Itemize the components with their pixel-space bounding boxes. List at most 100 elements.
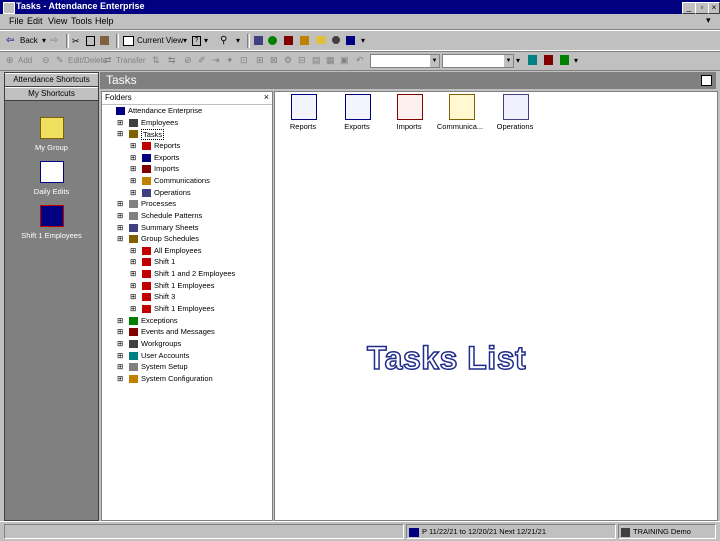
communications-icon[interactable] (449, 94, 475, 120)
checkbox-icon[interactable] (701, 75, 712, 86)
exports-icon[interactable] (345, 94, 371, 120)
tree-item[interactable]: Shift 1 (154, 257, 175, 266)
expand-icon[interactable]: ⊞ (130, 153, 136, 162)
tool-icon-3[interactable] (346, 36, 355, 45)
operations-label[interactable]: Operations (490, 122, 540, 131)
add-button[interactable]: Add (18, 56, 32, 65)
tool-icon-10[interactable]: ⊞ (256, 55, 267, 66)
minimize-button[interactable]: _ (682, 2, 696, 14)
tool-icon-18[interactable] (544, 55, 553, 65)
tool-icon-7[interactable]: ⇥ (212, 55, 223, 66)
tool-icon-2[interactable] (300, 36, 309, 45)
filter-combo-2[interactable]: ▼ (442, 54, 514, 68)
toolbar2-more-icon[interactable]: ▾ (574, 56, 578, 65)
transfer-icon[interactable]: ⇄ (104, 55, 115, 66)
current-view-button[interactable]: Current View (137, 36, 183, 45)
forward-arrow-icon[interactable]: ⇨ (50, 35, 61, 46)
tool-icon-17[interactable] (528, 55, 537, 65)
user-icon[interactable] (332, 36, 340, 44)
expand-icon[interactable]: ⊞ (130, 176, 136, 185)
tree-item[interactable]: Exceptions (141, 316, 178, 325)
tree-item[interactable]: Shift 1 Employees (154, 304, 214, 313)
undo-icon[interactable]: ↶ (356, 55, 367, 66)
menu-chevron-icon[interactable]: ▾ (706, 15, 711, 26)
tool-icon-13[interactable]: ⊟ (298, 55, 309, 66)
tree-item[interactable]: User Accounts (141, 351, 189, 360)
expand-icon[interactable]: ⊞ (130, 164, 136, 173)
expand-icon[interactable]: ⊞ (117, 118, 123, 127)
communications-label[interactable]: Communica... (435, 122, 485, 131)
tool-icon-11[interactable]: ⊠ (270, 55, 281, 66)
cut-icon[interactable]: ✂ (72, 36, 83, 47)
expand-icon[interactable]: ⊞ (117, 351, 123, 360)
help-icon[interactable]: ? (192, 36, 201, 46)
tree-item[interactable]: System Configuration (141, 374, 213, 383)
tree-item[interactable]: Shift 1 Employees (154, 281, 214, 290)
attendance-shortcuts-button[interactable]: Attendance Shortcuts (5, 73, 98, 87)
pencil-icon[interactable]: ✐ (198, 55, 209, 66)
current-view-dropdown-icon[interactable]: ▾ (183, 36, 187, 45)
close-button[interactable]: × (708, 2, 720, 14)
expand-icon[interactable]: ⊞ (130, 304, 136, 313)
tool-icon-12[interactable]: ⚙ (284, 55, 295, 66)
expand-icon[interactable]: ⊞ (117, 211, 123, 220)
expand-icon[interactable]: ⊞ (117, 362, 123, 371)
expand-icon[interactable]: ⊞ (130, 281, 136, 290)
folder-list-icon[interactable] (254, 36, 263, 45)
tree-item[interactable]: Group Schedules (141, 234, 199, 243)
tree-item[interactable]: Employees (141, 118, 178, 127)
expand-icon[interactable]: ⊞ (130, 257, 136, 266)
close-icon[interactable]: × (264, 92, 269, 102)
expand-icon[interactable]: ⊞ (130, 141, 136, 150)
expand-icon[interactable]: ⊞ (117, 374, 123, 383)
expand-icon[interactable]: ⊞ (130, 292, 136, 301)
tree-item[interactable]: Exports (154, 153, 179, 162)
menu-tools[interactable]: Tools (71, 16, 92, 26)
back-arrow-icon[interactable]: ⇦ (6, 35, 17, 46)
reports-icon[interactable] (291, 94, 317, 120)
tool-icon-5[interactable]: ⇆ (168, 55, 179, 66)
help-dropdown-icon[interactable]: ▾ (204, 36, 208, 45)
expand-icon[interactable]: ⊞ (117, 339, 123, 348)
expand-icon[interactable]: ⊞ (117, 129, 123, 138)
find-dropdown-icon[interactable]: ▾ (236, 36, 240, 45)
expand-icon[interactable]: ⊞ (130, 188, 136, 197)
operations-icon[interactable] (503, 94, 529, 120)
tool-icon-15[interactable]: ▦ (326, 55, 337, 66)
globe-icon[interactable] (268, 36, 277, 45)
tool-icon-6[interactable]: ⊘ (184, 55, 195, 66)
imports-label[interactable]: Imports (384, 122, 434, 131)
tree-item[interactable]: Shift 1 and 2 Employees (154, 269, 235, 278)
edit-delete-button[interactable]: Edit/Delete (68, 56, 107, 65)
tool-icon-4[interactable]: ⇅ (152, 55, 163, 66)
tool-icon-14[interactable]: ▤ (312, 55, 323, 66)
tree-item[interactable]: Reports (154, 141, 180, 150)
add-icon[interactable]: ⊕ (6, 55, 17, 66)
expand-icon[interactable]: ⊞ (117, 199, 123, 208)
expand-icon[interactable]: ⊞ (117, 223, 123, 232)
tool-icon-1[interactable] (284, 36, 293, 45)
exports-label[interactable]: Exports (332, 122, 382, 131)
tree-item[interactable]: Summary Sheets (141, 223, 199, 232)
my-shortcuts-button[interactable]: My Shortcuts (5, 87, 98, 101)
remove-icon[interactable]: ⊖ (42, 55, 53, 66)
app-icon[interactable] (3, 2, 15, 14)
tree-item[interactable]: All Employees (154, 246, 202, 255)
tree-item[interactable]: Events and Messages (141, 327, 215, 336)
tree-item[interactable]: Workgroups (141, 339, 181, 348)
tree-item[interactable]: System Setup (141, 362, 188, 371)
title-bar[interactable]: Tasks - Attendance Enterprise _ ▫ × (0, 0, 720, 14)
tree-item[interactable]: Communications (154, 176, 210, 185)
tool-icon-9[interactable]: ⊡ (240, 55, 251, 66)
current-view-icon[interactable] (123, 36, 134, 46)
toolbar-more-icon[interactable]: ▾ (361, 36, 365, 45)
chevron-down-icon[interactable]: ▼ (430, 55, 439, 67)
transfer-button[interactable]: Transfer (116, 56, 146, 65)
edit-icon[interactable]: ✎ (56, 55, 67, 66)
copy-icon[interactable] (86, 36, 95, 46)
tree-item[interactable]: Shift 3 (154, 292, 175, 301)
tool-icon-19[interactable] (560, 55, 569, 65)
imports-icon[interactable] (397, 94, 423, 120)
back-button[interactable]: Back (20, 36, 38, 45)
tree-item[interactable]: Imports (154, 164, 179, 173)
